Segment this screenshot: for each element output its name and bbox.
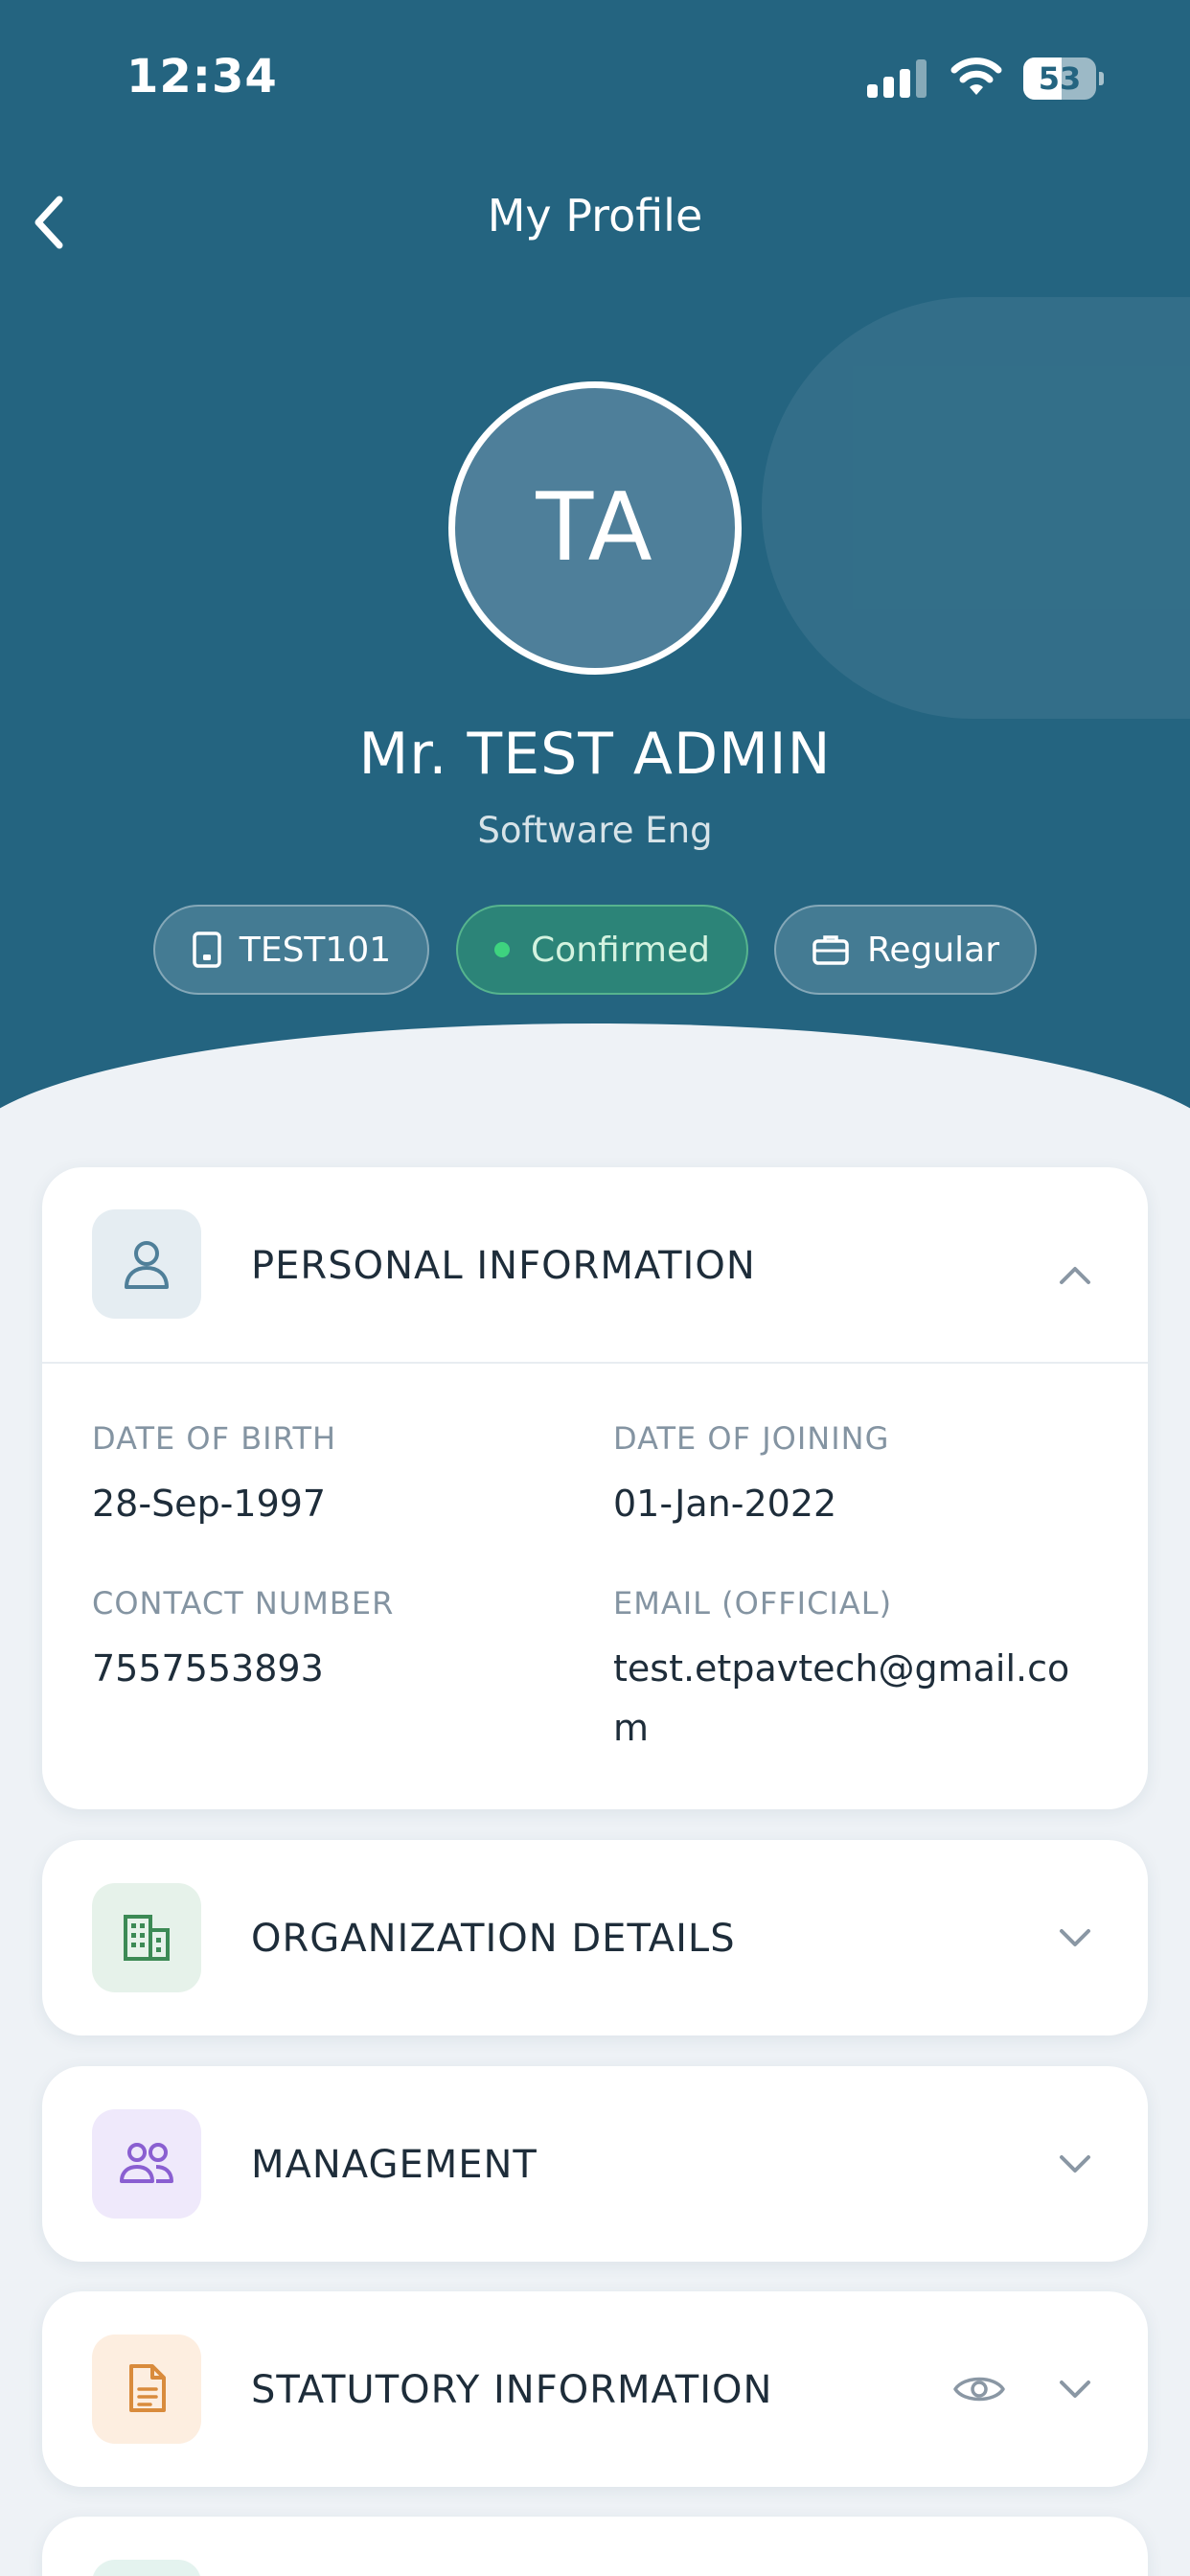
personal-information-header[interactable]: PERSONAL INFORMATION <box>42 1167 1148 1363</box>
personal-information-card: PERSONAL INFORMATION DATE OF BIRTH 28-Se… <box>42 1167 1148 1809</box>
decorative-circle <box>762 297 1190 719</box>
next-section-icon-box <box>92 2560 201 2576</box>
next-section-card[interactable] <box>42 2517 1148 2576</box>
wifi-icon <box>950 58 1002 95</box>
users-icon <box>120 2143 173 2183</box>
employment-type: Regular <box>866 930 1000 970</box>
statutory-information-card[interactable]: STATUTORY INFORMATION <box>42 2291 1148 2487</box>
status-chip: Confirmed <box>456 905 748 995</box>
doj-label: DATE OF JOINING <box>613 1420 890 1457</box>
status-time: 12:34 <box>126 50 278 104</box>
dob-label: DATE OF BIRTH <box>92 1420 337 1457</box>
chevron-down-icon[interactable] <box>1056 2145 1094 2183</box>
user-icon <box>125 1241 169 1289</box>
building-icon <box>124 1915 170 1961</box>
organization-details-title: ORGANIZATION DETAILS <box>251 1917 736 1961</box>
avatar: TA <box>448 381 742 675</box>
statutory-information-title: STATUTORY INFORMATION <box>251 2368 773 2412</box>
email-label: EMAIL (OFFICIAL) <box>613 1585 893 1622</box>
employee-id: TEST101 <box>239 930 392 970</box>
contact-value: 7557553893 <box>92 1647 324 1690</box>
header-curve <box>0 1024 1190 1150</box>
eye-icon[interactable] <box>952 2370 1006 2408</box>
battery-level: 53 <box>1038 60 1082 97</box>
email-value-line2: m <box>613 1707 650 1749</box>
personal-information-title: PERSONAL INFORMATION <box>251 1244 756 1288</box>
id-card-icon <box>193 932 221 968</box>
status-text: Confirmed <box>531 930 710 970</box>
chevron-down-icon[interactable] <box>1056 2370 1094 2408</box>
profile-header: 12:34 53 My Profile TA Mr. TEST ADMIN So… <box>0 0 1190 1150</box>
employment-type-chip: Regular <box>774 905 1037 995</box>
contact-label: CONTACT NUMBER <box>92 1585 395 1622</box>
building-icon-box <box>92 1883 201 1992</box>
user-icon-box <box>92 1209 201 1319</box>
signal-icon <box>867 59 930 98</box>
document-icon-box <box>92 2334 201 2444</box>
battery-icon: 53 <box>1023 58 1104 100</box>
status-dot-icon <box>494 942 511 957</box>
doj-value: 01-Jan-2022 <box>613 1483 837 1525</box>
dob-value: 28-Sep-1997 <box>92 1483 327 1525</box>
organization-details-card[interactable]: ORGANIZATION DETAILS <box>42 1840 1148 2036</box>
document-icon <box>129 2364 166 2412</box>
status-bar: 12:34 53 <box>0 0 1190 163</box>
card-divider <box>42 1362 1148 1364</box>
chevron-down-icon[interactable] <box>1056 1919 1094 1957</box>
profile-name: Mr. TEST ADMIN <box>358 721 832 788</box>
email-value-line1: test.etpavtech@gmail.co <box>613 1647 1070 1690</box>
management-title: MANAGEMENT <box>251 2143 538 2187</box>
management-card[interactable]: MANAGEMENT <box>42 2066 1148 2262</box>
avatar-initials: TA <box>536 473 654 583</box>
employee-id-chip: TEST101 <box>153 905 429 995</box>
briefcase-icon <box>812 935 849 965</box>
profile-designation: Software Eng <box>477 810 713 851</box>
chevron-up-icon[interactable] <box>1056 1255 1094 1294</box>
users-icon-box <box>92 2109 201 2219</box>
page-title: My Profile <box>487 190 703 242</box>
